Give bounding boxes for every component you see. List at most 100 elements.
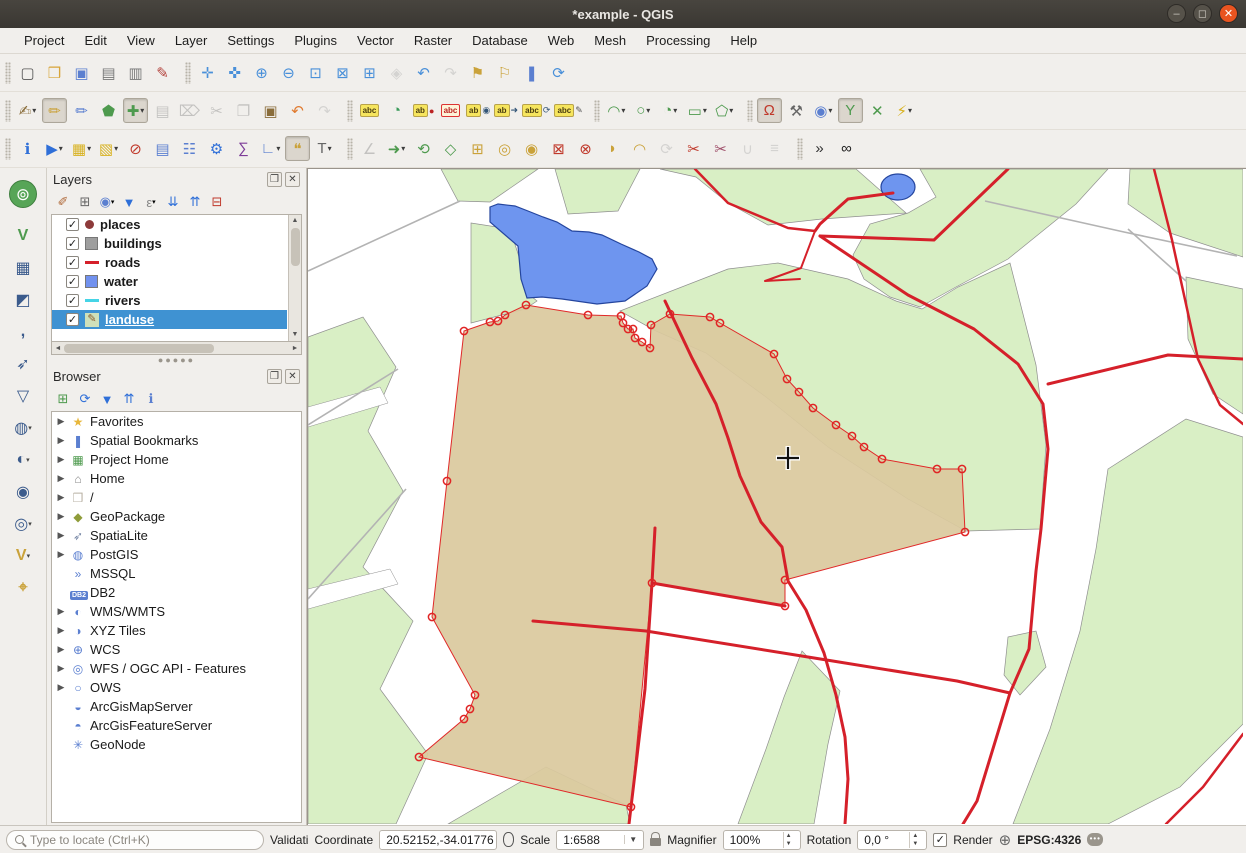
toolbar-grip[interactable] [5, 100, 11, 122]
undo-button[interactable]: ↶ [285, 98, 310, 123]
showhide-labels-button[interactable]: ab◉ [465, 98, 491, 123]
menu-vector[interactable]: Vector [347, 28, 404, 54]
chevron-down-icon[interactable]: ▾ [114, 144, 118, 153]
browser-item-wfs-ogc-api-features[interactable]: ▶◎WFS / OGC API - Features [52, 659, 301, 678]
layer-checkbox[interactable]: ✓ [66, 256, 79, 269]
pan-map-button[interactable]: ✛ [195, 60, 220, 85]
delete-ring-button[interactable]: ⊗ [573, 136, 598, 161]
toolbar-grip[interactable] [5, 138, 11, 160]
browser-properties-button[interactable]: ℹ [141, 389, 161, 409]
minimize-button[interactable]: – [1167, 4, 1186, 23]
collapse-all-browser-button[interactable]: ⇈ [119, 389, 139, 409]
reshape-features-button[interactable]: ◗ [600, 136, 625, 161]
browser-item-favorites[interactable]: ▶★Favorites [52, 412, 301, 431]
crs-globe-icon[interactable]: ⊕ [999, 831, 1012, 849]
chevron-down-icon[interactable]: ▾ [703, 106, 707, 115]
rotate-label-button[interactable]: abc⟳ [521, 98, 551, 123]
enable-snapping-button[interactable]: Ω [757, 98, 782, 123]
toolbar-grip[interactable] [185, 62, 191, 84]
browser-item-project-home[interactable]: ▶▦Project Home [52, 450, 301, 469]
scale-combo[interactable]: 1:6588 ▼ [556, 830, 644, 850]
zoom-full-button[interactable]: ⊡ [303, 60, 328, 85]
toolbar-grip[interactable] [347, 100, 353, 122]
add-vector-layer-button[interactable]: V [8, 221, 38, 251]
statistical-summary-button[interactable]: ∑ [231, 136, 256, 161]
browser-item-wms-wmts[interactable]: ▶◐WMS/WMTS [52, 602, 301, 621]
layer-item-places[interactable]: ✓places [52, 215, 287, 234]
add-mssql-layer-button[interactable]: ▽ [8, 381, 38, 411]
open-attribute-table-button[interactable]: ▤ [150, 136, 175, 161]
chevron-down-icon[interactable]: ▾ [328, 144, 332, 153]
expand-arrow-icon[interactable]: ▶ [56, 435, 66, 446]
add-postgis-layer-button[interactable]: ◍▾ [8, 413, 38, 443]
vertex-tool-button[interactable]: ✚▾ [123, 98, 148, 123]
add-mesh-layer-button[interactable]: ◩ [8, 285, 38, 315]
toolbar-grip[interactable] [594, 100, 600, 122]
split-parts-button[interactable]: ✂ [708, 136, 733, 161]
chevron-down-icon[interactable]: ▾ [59, 144, 63, 153]
expand-arrow-icon[interactable]: ▶ [56, 663, 66, 674]
menu-processing[interactable]: Processing [636, 28, 720, 54]
expand-arrow-icon[interactable]: ▶ [56, 416, 66, 427]
lock-scale-icon[interactable] [650, 838, 661, 846]
expand-arrow-icon[interactable]: ▶ [56, 606, 66, 617]
rotate-feature-button[interactable]: ⟲ [411, 136, 436, 161]
layers-horizontal-scrollbar[interactable]: ◄► [51, 342, 302, 355]
chevron-down-icon[interactable]: ▾ [908, 106, 912, 115]
menu-web[interactable]: Web [538, 28, 585, 54]
select-by-expression-button[interactable]: ▧▾ [96, 136, 121, 161]
browser-item-db2[interactable]: DB2DB2 [52, 583, 301, 602]
expand-arrow-icon[interactable]: ▶ [56, 473, 66, 484]
browser-item--[interactable]: ▶❒/ [52, 488, 301, 507]
filter-legend-expression-button[interactable]: ε▾ [141, 192, 161, 212]
expand-arrow-icon[interactable]: ▶ [56, 644, 66, 655]
new-project-button[interactable]: ▢ [15, 60, 40, 85]
map-svg[interactable] [308, 169, 1243, 824]
menu-project[interactable]: Project [14, 28, 74, 54]
browser-item-arcgisfeatureserver[interactable]: ◓ArcGisFeatureServer [52, 716, 301, 735]
chevron-down-icon[interactable]: ▾ [673, 106, 677, 115]
chevron-down-icon[interactable]: ▾ [32, 106, 36, 115]
expand-arrow-icon[interactable]: ▶ [56, 625, 66, 636]
snap-on-intersection-button[interactable]: ✕ [865, 98, 890, 123]
menu-database[interactable]: Database [462, 28, 538, 54]
browser-item-geopackage[interactable]: ▶◆GeoPackage [52, 507, 301, 526]
messages-icon[interactable]: ••• [1087, 833, 1103, 846]
measure-line-button[interactable]: ∟▾ [258, 136, 283, 161]
add-circle-button[interactable]: ○▾ [631, 98, 656, 123]
new-print-layout-button[interactable]: ▤ [96, 60, 121, 85]
data-source-manager-button[interactable]: ⊚ [9, 180, 37, 208]
topological-editing-button[interactable]: Y [838, 98, 863, 123]
add-raster-layer-button[interactable]: ▦ [8, 253, 38, 283]
close-button[interactable]: ✕ [1219, 4, 1238, 23]
style-manager-button[interactable]: ✎ [150, 60, 175, 85]
add-group-button[interactable]: ⊞ [75, 192, 95, 212]
chevron-down-icon[interactable]: ▾ [621, 106, 625, 115]
rotation-spinner[interactable]: 0,0 ° ▲▼ [857, 830, 927, 850]
toolbar-overflow-button[interactable]: » [807, 136, 832, 161]
layer-checkbox[interactable]: ✓ [66, 294, 79, 307]
add-selected-layers-button[interactable]: ⊞ [53, 389, 73, 409]
tracing-settings-button[interactable]: ◉▾ [811, 98, 836, 123]
add-delimited-text-layer-button[interactable]: , [8, 317, 38, 347]
map-tips-button[interactable]: ❝ [285, 136, 310, 161]
menu-raster[interactable]: Raster [404, 28, 462, 54]
layer-diagrams-button[interactable]: ◔ [384, 98, 409, 123]
chevron-down-icon[interactable]: ▾ [87, 144, 91, 153]
close-panel-icon[interactable]: ✕ [285, 369, 300, 384]
expand-arrow-icon[interactable]: ▶ [56, 454, 66, 465]
add-virtual-layer-button[interactable]: V▾ [8, 541, 38, 571]
chevron-down-icon[interactable]: ▾ [828, 106, 832, 115]
close-panel-icon[interactable]: ✕ [285, 172, 300, 187]
show-spatial-bookmarks-button[interactable]: ⚐ [492, 60, 517, 85]
zoom-to-layer-button[interactable]: ⊞ [357, 60, 382, 85]
layer-item-roads[interactable]: ✓roads [52, 253, 287, 272]
magnifier-spinner[interactable]: 100% ▲▼ [723, 830, 801, 850]
zoom-in-button[interactable]: ⊕ [249, 60, 274, 85]
browser-item-wcs[interactable]: ▶⊕WCS [52, 640, 301, 659]
browser-item-xyz-tiles[interactable]: ▶◑XYZ Tiles [52, 621, 301, 640]
move-features-button[interactable]: ➜▾ [384, 136, 409, 161]
save-project-button[interactable]: ▣ [69, 60, 94, 85]
menu-settings[interactable]: Settings [217, 28, 284, 54]
text-annotation-button[interactable]: T▾ [312, 136, 337, 161]
